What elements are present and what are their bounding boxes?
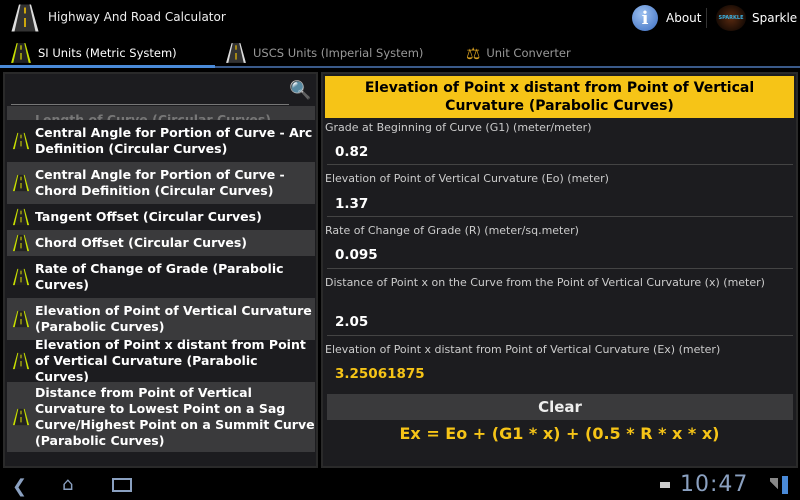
sparkle-logo-icon: SPARKLE (716, 5, 746, 31)
tab-selected-indicator (0, 65, 215, 68)
input-underline (327, 335, 793, 336)
list-item-label: Central Angle for Portion of Curve - Cho… (35, 167, 285, 198)
list-item-selected[interactable]: Elevation of Point x distant from Point … (7, 337, 315, 384)
about-label: About (666, 11, 702, 25)
input-underline (327, 164, 793, 165)
form-title: Elevation of Point x distant from Point … (325, 76, 794, 118)
eo-input[interactable]: 1.37 (335, 196, 368, 212)
list-item[interactable]: Rate of Change of Grade (Parabolic Curve… (7, 256, 315, 298)
list-item-label: Elevation of Point of Vertical Curvature… (35, 303, 312, 334)
sparkle-button[interactable]: SPARKLE Sparkle (716, 5, 797, 31)
list-item-label: Elevation of Point x distant from Point … (35, 337, 306, 384)
search-icon[interactable]: 🔍 (289, 80, 311, 101)
tab-bar: SI Units (Metric System) USCS Units (Imp… (0, 40, 800, 68)
g1-input[interactable]: 0.82 (335, 144, 368, 160)
field-label-r: Rate of Change of Grade (R) (meter/sq.me… (325, 224, 579, 237)
x-input[interactable]: 2.05 (335, 314, 368, 330)
field-label-eo: Elevation of Point of Vertical Curvature… (325, 172, 609, 185)
clock: 10:47 (680, 472, 749, 497)
list-item-label: Tangent Offset (Circular Curves) (35, 209, 262, 224)
field-label-x: Distance of Point x on the Curve from th… (325, 276, 765, 289)
input-underline (327, 268, 793, 269)
back-icon[interactable]: ❮ (12, 476, 27, 497)
home-icon[interactable]: ⌂ (62, 474, 73, 495)
tab-label: SI Units (Metric System) (38, 46, 177, 60)
tab-uscs-units[interactable]: USCS Units (Imperial System) (225, 40, 423, 66)
scales-icon: ⚖ (466, 43, 481, 63)
calculator-form: Elevation of Point x distant from Point … (321, 72, 798, 468)
list-item-label: Distance from Point of Vertical Curvatur… (35, 385, 315, 448)
recent-apps-icon[interactable] (112, 478, 132, 492)
list-item-label: Chord Offset (Circular Curves) (35, 235, 248, 250)
road-icon (12, 268, 30, 286)
search-input[interactable] (11, 104, 289, 105)
keyboard-icon (660, 482, 670, 488)
app-title: Highway And Road Calculator (48, 10, 226, 24)
road-icon (12, 352, 30, 370)
tab-si-units[interactable]: SI Units (Metric System) (10, 40, 177, 66)
list-item[interactable]: Chord Offset (Circular Curves) (7, 230, 315, 256)
field-label-g1: Grade at Beginning of Curve (G1) (meter/… (325, 121, 592, 134)
tab-label: Unit Converter (486, 46, 571, 60)
r-input[interactable]: 0.095 (335, 247, 378, 263)
road-icon (12, 174, 30, 192)
list-item[interactable]: Tangent Offset (Circular Curves) (7, 204, 315, 230)
list-item-label: Central Angle for Portion of Curve - Arc… (35, 125, 313, 156)
result-value: 3.25061875 (335, 366, 425, 382)
battery-icon (782, 476, 788, 494)
road-icon (12, 234, 30, 252)
list-item[interactable]: Central Angle for Portion of Curve - Arc… (7, 120, 315, 162)
divider (706, 8, 707, 28)
clear-button[interactable]: Clear (327, 394, 793, 420)
list-item[interactable]: Elevation of Point of Vertical Curvature… (7, 298, 315, 340)
calculator-list[interactable]: 🔍 Length of Curve (Circular Curves) Cent… (3, 72, 318, 468)
list-item[interactable]: Length of Curve (Circular Curves) (7, 106, 315, 120)
list-item[interactable]: Distance from Point of Vertical Curvatur… (7, 382, 315, 452)
sparkle-label: Sparkle (752, 11, 798, 25)
about-button[interactable]: i About (632, 5, 701, 31)
list-item-label: Rate of Change of Grade (Parabolic Curve… (35, 261, 284, 292)
result-label: Elevation of Point x distant from Point … (325, 343, 721, 356)
app-logo-icon (10, 3, 40, 33)
info-icon: i (632, 5, 658, 31)
road-icon (12, 208, 30, 226)
tab-unit-converter[interactable]: ⚖ Unit Converter (466, 40, 571, 66)
road-icon (225, 42, 247, 64)
road-icon (12, 310, 30, 328)
list-item-label: Length of Curve (Circular Curves) (35, 112, 272, 120)
list-item[interactable]: Central Angle for Portion of Curve - Cho… (7, 162, 315, 204)
road-icon (12, 132, 30, 150)
road-icon (12, 408, 30, 426)
formula: Ex = Eo + (G1 * x) + (0.5 * R * x * x) (399, 424, 720, 443)
tab-label: USCS Units (Imperial System) (253, 46, 424, 60)
signal-icon (770, 478, 778, 492)
input-underline (327, 216, 793, 217)
road-icon (10, 42, 32, 64)
